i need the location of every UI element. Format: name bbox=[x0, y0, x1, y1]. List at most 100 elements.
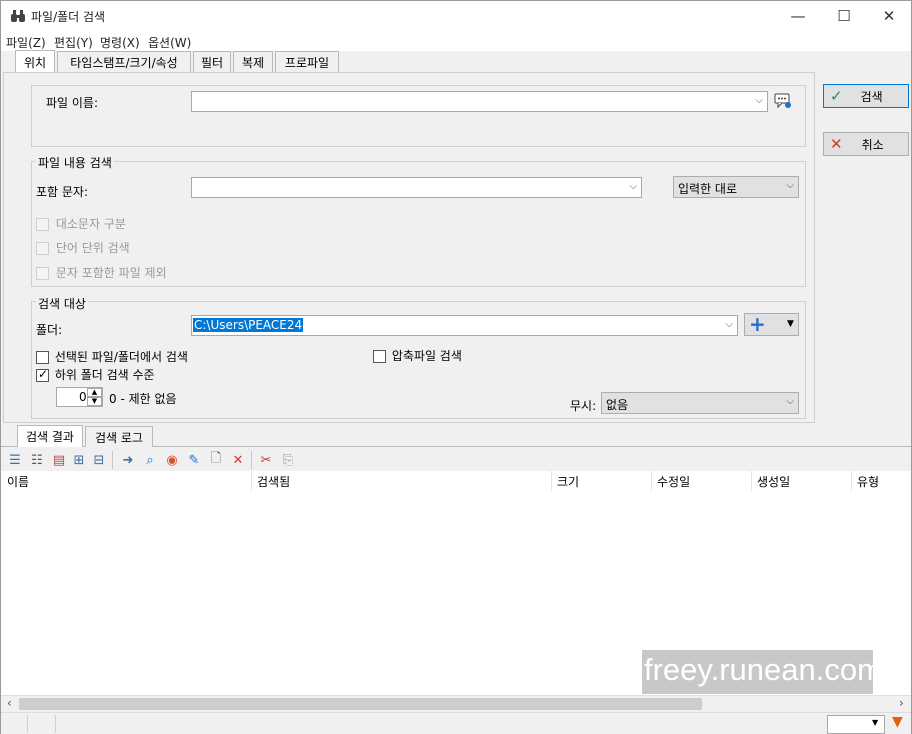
tab-label: 복제 bbox=[241, 56, 265, 70]
file-info-icon[interactable]: 🗋 bbox=[206, 450, 226, 470]
whole-word-option[interactable]: 단어 단위 검색 bbox=[36, 239, 130, 256]
search-selected-option[interactable]: 선택된 파일/폴더에서 검색 bbox=[36, 348, 188, 365]
exclude-files-label: 문자 포함한 파일 제외 bbox=[55, 266, 167, 280]
go-to-icon[interactable]: ➜ bbox=[118, 450, 138, 470]
whole-word-label: 단어 단위 검색 bbox=[55, 241, 130, 255]
close-button[interactable]: ✕ bbox=[866, 1, 912, 31]
column-separator[interactable] bbox=[651, 471, 652, 491]
chevron-down-icon: ⌵ bbox=[786, 180, 794, 191]
filter-icon[interactable]: ▼ bbox=[892, 714, 903, 730]
search-button[interactable]: ✓ 검색 bbox=[823, 84, 909, 108]
toolbar-separator bbox=[251, 451, 252, 469]
case-sensitive-option[interactable]: 대소문자 구분 bbox=[36, 215, 126, 232]
ignore-select[interactable]: 없음 ⌵ bbox=[601, 392, 799, 414]
chevron-down-icon: ⌵ bbox=[786, 396, 794, 407]
scroll-left-icon[interactable]: ‹ bbox=[7, 696, 12, 710]
binoculars-icon bbox=[10, 8, 26, 28]
contains-label: 포함 문자: bbox=[36, 185, 89, 199]
menu-options[interactable]: 옵션(W) bbox=[148, 34, 191, 51]
folder-label: 폴더: bbox=[36, 323, 63, 337]
maximize-icon: ☐ bbox=[837, 7, 851, 25]
copy-icon[interactable]: ⎘ bbox=[278, 450, 298, 470]
tab-location[interactable]: 위치 bbox=[15, 50, 55, 74]
horizontal-scrollbar[interactable]: ‹ › bbox=[1, 695, 911, 712]
archive-checkbox[interactable] bbox=[373, 350, 386, 363]
eye-icon[interactable]: ◉ bbox=[162, 450, 182, 470]
cancel-button-label: 취소 bbox=[861, 137, 884, 152]
tab-label: 검색 결과 bbox=[26, 430, 74, 444]
column-type[interactable]: 유형 bbox=[857, 473, 879, 490]
column-found[interactable]: 검색됨 bbox=[257, 473, 290, 490]
ignore-value: 없음 bbox=[606, 398, 629, 412]
cancel-x-icon: ✕ bbox=[830, 135, 843, 153]
tab-filter[interactable]: 필터 bbox=[193, 51, 231, 73]
search-selected-checkbox[interactable] bbox=[36, 351, 49, 364]
case-sensitive-checkbox[interactable] bbox=[36, 218, 49, 231]
chevron-down-icon: ⌵ bbox=[725, 319, 733, 330]
cut-icon[interactable]: ✂ bbox=[256, 450, 276, 470]
menu-file[interactable]: 파일(Z) bbox=[6, 34, 46, 51]
subfolder-checkbox[interactable]: ✓ bbox=[36, 367, 49, 382]
chevron-down-icon: ⌵ bbox=[755, 95, 763, 106]
delete-icon[interactable]: ✕ bbox=[228, 450, 248, 470]
tab-label: 필터 bbox=[200, 56, 224, 70]
group-view-icon[interactable]: ⊟ bbox=[89, 450, 109, 470]
column-separator[interactable] bbox=[851, 471, 852, 491]
column-size[interactable]: 크기 bbox=[557, 473, 579, 490]
spin-down-icon[interactable]: ▼ bbox=[87, 397, 102, 406]
spin-up-icon[interactable]: ▲ bbox=[87, 388, 102, 397]
search-window: 파일/폴더 검색 — ☐ ✕ 파일(Z) 편집(Y) 명령(X) 옵션(W) 위… bbox=[0, 0, 912, 734]
whole-word-checkbox[interactable] bbox=[36, 242, 49, 255]
maximize-button[interactable]: ☐ bbox=[821, 1, 867, 31]
search-selected-label: 선택된 파일/폴더에서 검색 bbox=[54, 350, 188, 364]
toolbar-separator bbox=[112, 451, 113, 469]
column-separator[interactable] bbox=[751, 471, 752, 491]
level-spinner[interactable]: 0 ▲ ▼ bbox=[56, 387, 103, 407]
column-separator[interactable] bbox=[551, 471, 552, 491]
menu-edit[interactable]: 편집(Y) bbox=[54, 34, 93, 51]
subfolder-label: 하위 폴더 검색 수준 bbox=[54, 368, 155, 382]
match-mode-select[interactable]: 입력한 대로 ⌵ bbox=[673, 176, 799, 198]
list-view-icon[interactable]: ☰ bbox=[5, 450, 25, 470]
minimize-button[interactable]: — bbox=[775, 1, 821, 31]
pencil-icon[interactable]: ✎ bbox=[184, 450, 204, 470]
tab-label: 프로파일 bbox=[284, 56, 330, 70]
dropdown-arrow-icon: ▼ bbox=[787, 319, 794, 329]
checkmark-icon: ✓ bbox=[830, 87, 843, 105]
tab-duplicate[interactable]: 복제 bbox=[233, 51, 273, 73]
column-created[interactable]: 생성일 bbox=[757, 473, 790, 490]
scroll-right-icon[interactable]: › bbox=[899, 696, 904, 710]
tab-search-results[interactable]: 검색 결과 bbox=[17, 425, 83, 447]
archive-label: 압축파일 검색 bbox=[391, 349, 462, 363]
exclude-files-option[interactable]: 문자 포함한 파일 제외 bbox=[36, 264, 167, 281]
tree-view-icon[interactable]: ⊞ bbox=[69, 450, 89, 470]
exclude-files-checkbox[interactable] bbox=[36, 267, 49, 280]
tab-search-log[interactable]: 검색 로그 bbox=[85, 426, 153, 447]
subfolder-option[interactable]: ✓ 하위 폴더 검색 수준 bbox=[36, 366, 155, 383]
tab-profile[interactable]: 프로파일 bbox=[275, 51, 339, 73]
add-folder-button[interactable]: + ▼ bbox=[744, 312, 799, 336]
minimize-icon: — bbox=[790, 7, 806, 25]
folder-combobox[interactable]: C:\Users\PEACE24 ⌵ bbox=[191, 315, 738, 336]
search-target-title: 검색 대상 bbox=[36, 295, 88, 312]
status-select[interactable]: ▼ bbox=[827, 715, 885, 734]
report-view-icon[interactable]: ▤ bbox=[49, 450, 69, 470]
tab-timestamp[interactable]: 타임스탬프/크기/속성 bbox=[57, 51, 191, 73]
checkmark-icon: ✓ bbox=[38, 367, 49, 381]
cancel-button[interactable]: ✕ 취소 bbox=[823, 132, 909, 156]
magnifier-icon[interactable]: ⌕ bbox=[140, 450, 160, 470]
archive-option[interactable]: 압축파일 검색 bbox=[373, 347, 462, 364]
column-separator[interactable] bbox=[251, 471, 252, 491]
contains-combobox[interactable]: ⌵ bbox=[191, 177, 642, 198]
column-modified[interactable]: 수정일 bbox=[657, 473, 690, 490]
dropdown-arrow-icon: ▼ bbox=[872, 718, 879, 727]
column-name[interactable]: 이름 bbox=[7, 473, 29, 490]
menu-command[interactable]: 명령(X) bbox=[100, 34, 140, 51]
details-view-icon[interactable]: ☷ bbox=[27, 450, 47, 470]
plus-icon: + bbox=[749, 312, 766, 336]
watermark: freey.runean.com bbox=[642, 650, 883, 694]
speech-bubble-icon[interactable] bbox=[774, 93, 792, 112]
search-button-label: 검색 bbox=[860, 89, 883, 104]
file-name-combobox[interactable]: ⌵ bbox=[191, 91, 768, 112]
scrollbar-thumb[interactable] bbox=[19, 698, 702, 710]
